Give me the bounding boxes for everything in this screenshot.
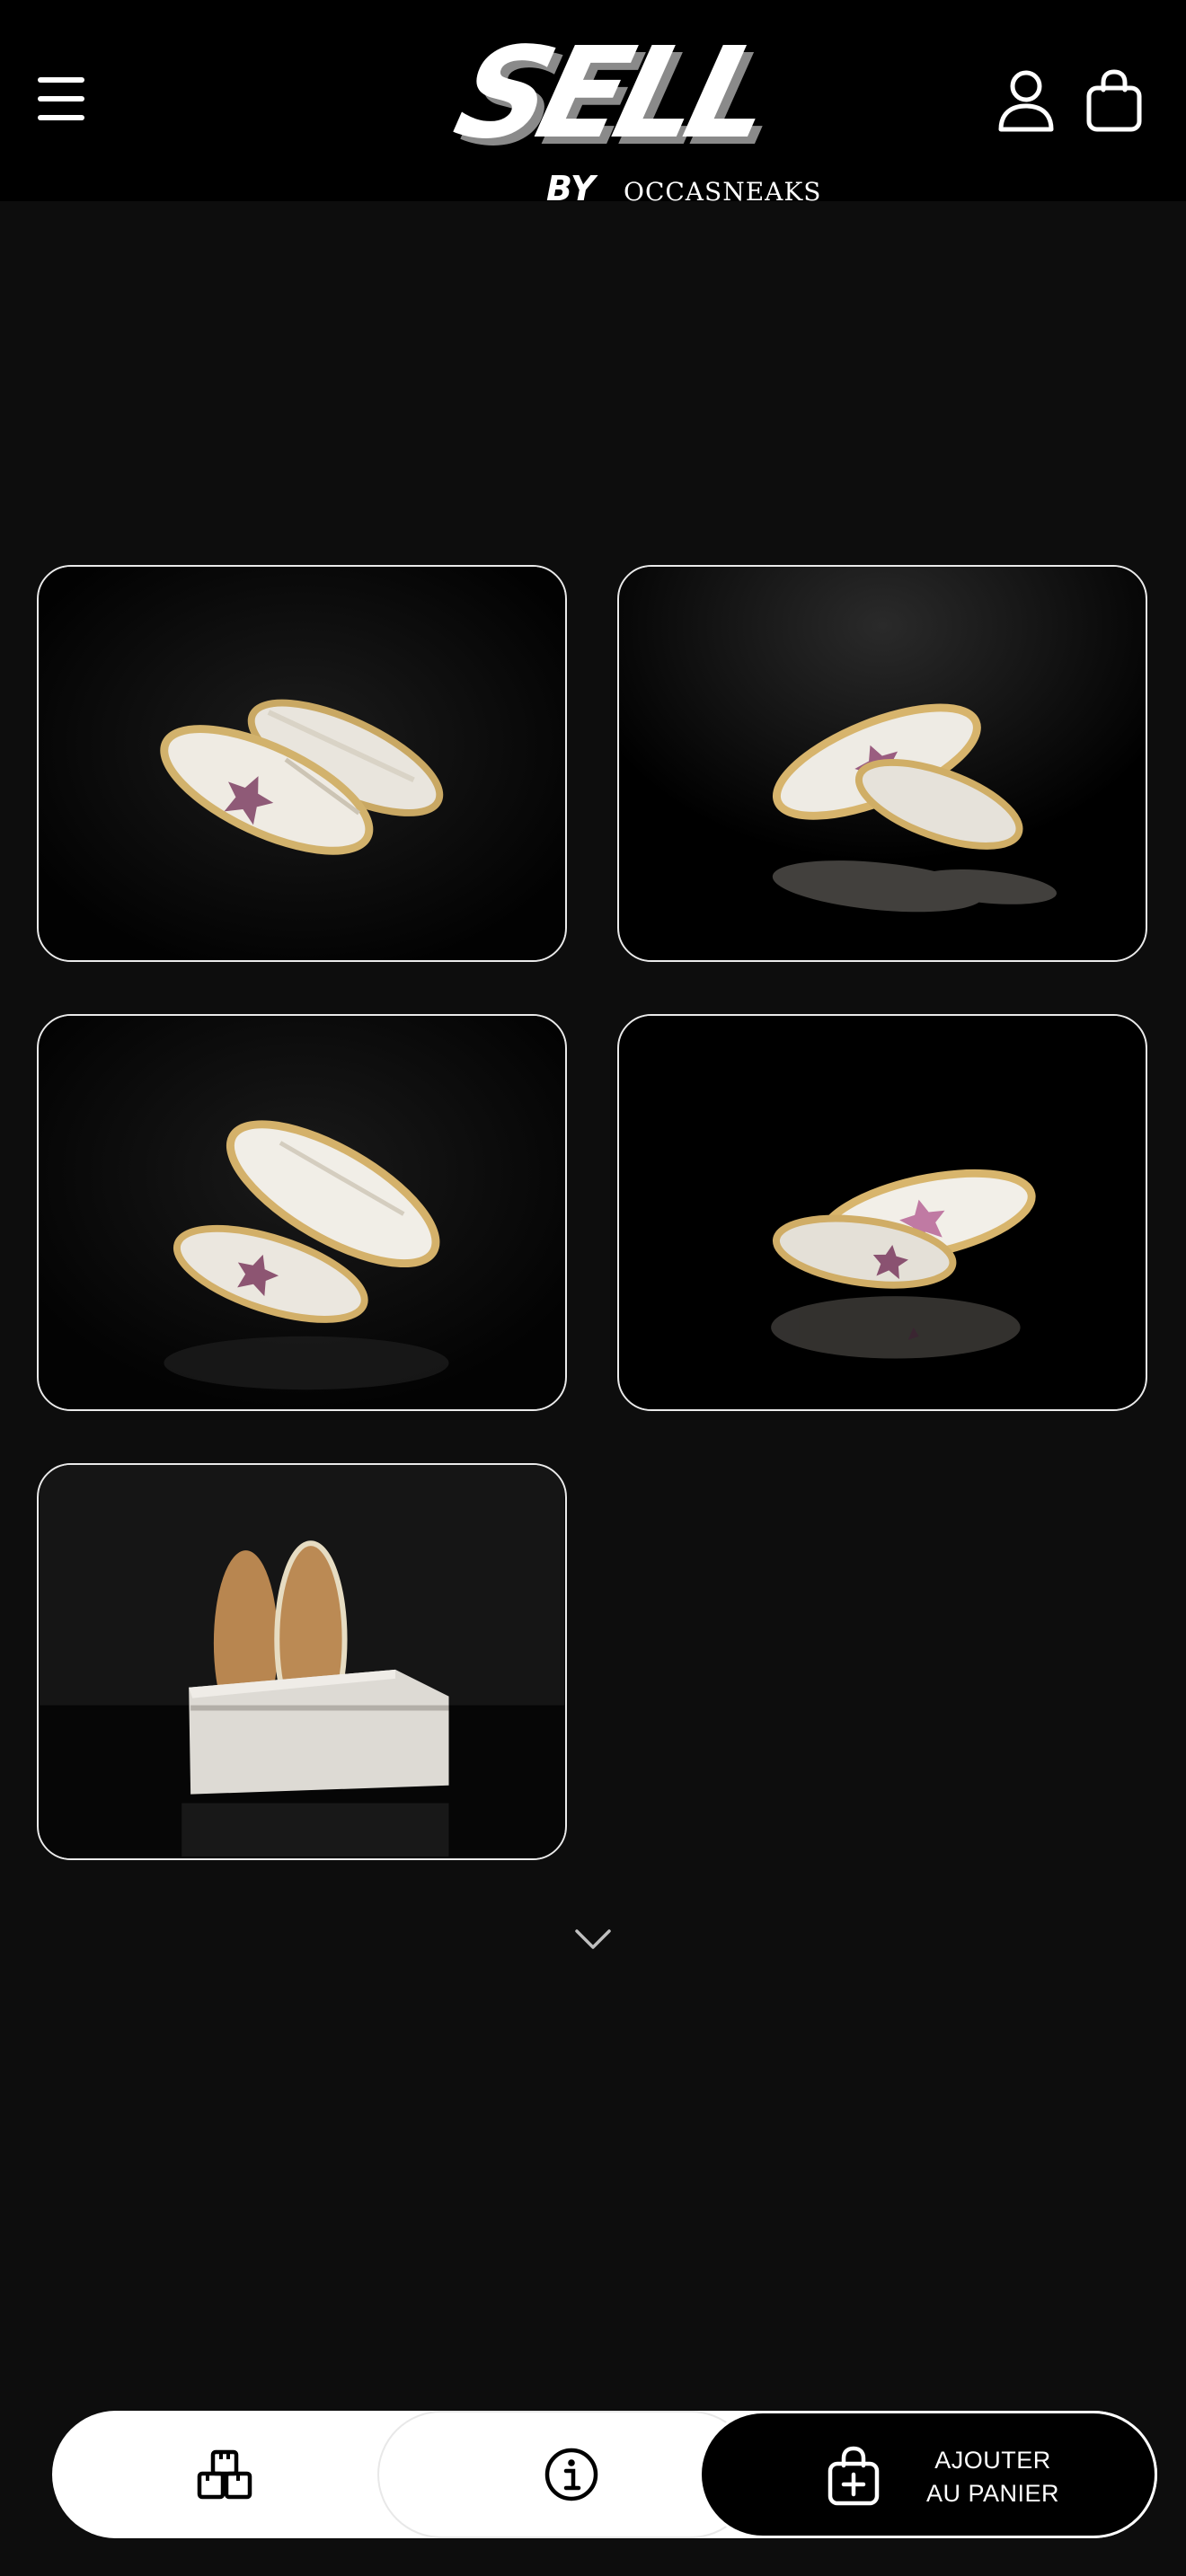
product-photo[interactable] xyxy=(617,565,1147,962)
product-photo[interactable] xyxy=(37,565,567,962)
add-to-cart-button[interactable]: AJOUTER AU PANIER xyxy=(699,2411,1157,2538)
boxes-compare-icon xyxy=(196,2447,253,2504)
chevron-down-icon[interactable] xyxy=(571,1924,615,1954)
product-photo[interactable] xyxy=(37,1463,567,1860)
sneakers-image xyxy=(39,1016,565,1409)
page: SELL BY OCCASNEAKS AJOUTER AU PANIER xyxy=(0,0,1186,2576)
bag-plus-icon xyxy=(826,2446,881,2507)
add-to-cart-line2: AU PANIER xyxy=(925,2480,1060,2507)
sneakers-image xyxy=(619,1016,1146,1409)
add-to-cart-label: AJOUTER AU PANIER xyxy=(903,2444,1083,2510)
sneakers-in-box-image xyxy=(39,1465,565,1858)
sneakers-image xyxy=(619,567,1146,960)
product-photo[interactable] xyxy=(617,1014,1147,1411)
info-button[interactable] xyxy=(377,2411,755,2538)
sneakers-image xyxy=(39,567,565,960)
add-to-cart-line1: AJOUTER xyxy=(934,2447,1051,2474)
bottom-action-bar: AJOUTER AU PANIER xyxy=(52,2411,1157,2538)
info-icon xyxy=(544,2447,599,2502)
product-gallery xyxy=(0,0,1186,1976)
product-photo[interactable] xyxy=(37,1014,567,1411)
compare-button[interactable] xyxy=(52,2411,385,2538)
